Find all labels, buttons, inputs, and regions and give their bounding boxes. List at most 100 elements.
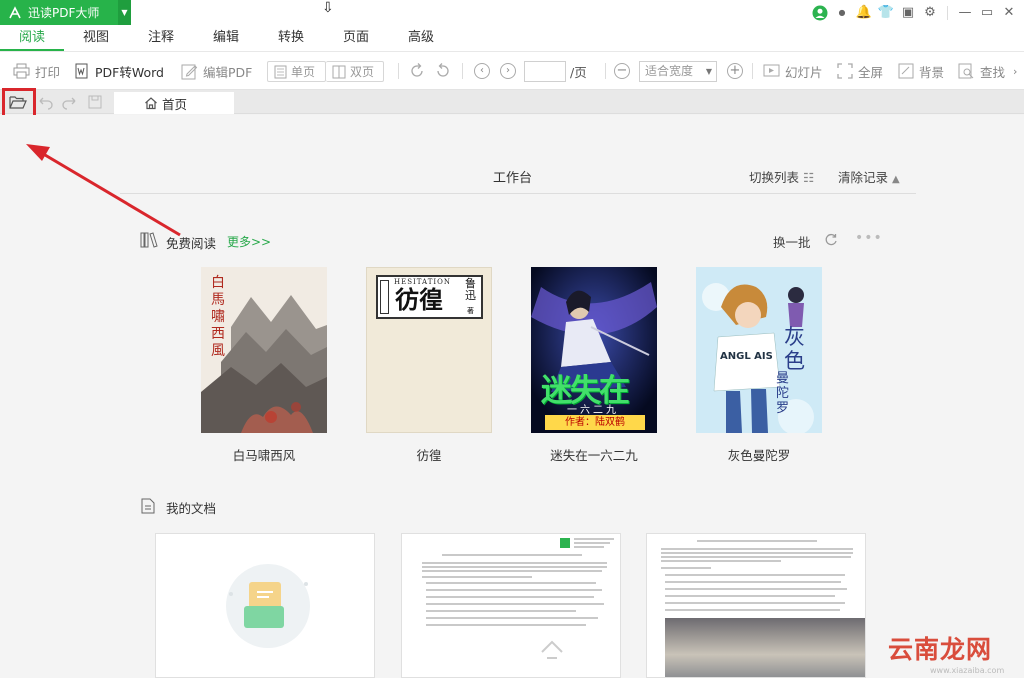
document-icon — [141, 498, 155, 514]
page-suffix-label: /页 — [570, 64, 587, 80]
book-title-3[interactable]: 迷失在一六二九 — [531, 445, 657, 464]
divider — [398, 63, 399, 79]
fullscreen-icon — [837, 63, 853, 79]
find-label: 查找 — [980, 64, 1006, 80]
single-page-icon — [274, 65, 287, 78]
refresh-icon[interactable] — [824, 233, 838, 247]
app-menu-button[interactable]: 迅读PDF大师 ▼ — [0, 0, 131, 25]
rotate-clockwise-button[interactable] — [408, 60, 431, 82]
double-page-label: 双页 — [350, 65, 375, 79]
divider — [752, 63, 753, 79]
book-cover-title-text: 白馬嘯西風 — [211, 275, 225, 359]
slideshow-icon — [763, 64, 780, 77]
clear-records-label: 清除记录 — [838, 170, 889, 185]
fullscreen-label: 全屏 — [858, 64, 884, 80]
slideshow-button[interactable]: 幻灯片 — [763, 60, 823, 82]
toolbar-overflow-chevron-icon[interactable]: › — [1013, 60, 1017, 82]
book-cover-subtitle-text: 曼陀罗 — [776, 371, 790, 416]
tab-convert[interactable]: 转换 — [267, 25, 315, 51]
previous-page-button[interactable]: ‹ — [474, 63, 490, 79]
tab-edit[interactable]: 编辑 — [202, 25, 250, 51]
fullscreen-button[interactable]: 全屏 — [837, 60, 883, 82]
window-controls: ● 🔔 👕 ▣ ⚙ — ▭ ✕ — [809, 0, 1024, 25]
skin-icon[interactable]: 👕 — [875, 0, 897, 25]
workbench-panel: 工作台 切换列表 ☷ 清除记录 ▲ 免费阅读 更多>> 换一批 ••• 白馬嘯西… — [0, 115, 1024, 678]
tab-annotate[interactable]: 注释 — [137, 25, 185, 51]
title-bar: 迅读PDF大师 ▼ ⇩ ● 🔔 👕 ▣ ⚙ — ▭ ✕ — [0, 0, 1024, 25]
zoom-out-button[interactable]: − — [614, 63, 630, 79]
open-file-illustration-icon — [226, 564, 310, 648]
more-books-link[interactable]: 更多>> — [227, 233, 271, 250]
redo-icon[interactable] — [61, 94, 79, 110]
maximize-icon[interactable]: ▭ — [976, 0, 998, 25]
zoom-in-button[interactable]: + — [727, 63, 743, 79]
bell-icon[interactable]: 🔔 — [853, 0, 875, 25]
book-cover-author-text: 鲁迅 — [465, 277, 476, 302]
book-cover-shirt-text: ANGL AIS — [720, 351, 773, 362]
zoom-select[interactable]: 适合宽度 ▼ — [639, 61, 717, 82]
tab-page[interactable]: 页面 — [332, 25, 380, 51]
tab-read[interactable]: 阅读 — [0, 25, 64, 51]
refresh-batch-button[interactable]: 换一批 — [773, 232, 811, 251]
book-cover-title-text: 灰色 — [784, 325, 805, 373]
save-icon[interactable] — [87, 94, 105, 110]
mouse-cursor-icon: ⇩ — [322, 0, 334, 16]
tab-view[interactable]: 视图 — [72, 25, 120, 51]
recent-document-card-2[interactable] — [646, 533, 866, 678]
background-button[interactable]: 背景 — [898, 60, 944, 82]
tab-home-label: 首页 — [162, 96, 188, 112]
settings-gear-icon[interactable]: ⚙ — [919, 0, 941, 25]
book-title-2[interactable]: 彷徨 — [366, 445, 492, 464]
watermark-subtext: www.xiazaiba.com — [930, 666, 1005, 675]
double-page-button[interactable]: 双页 — [326, 61, 384, 82]
double-page-icon — [332, 65, 346, 78]
minimize-icon[interactable]: — — [954, 0, 976, 25]
more-options-icon[interactable]: ••• — [855, 230, 883, 246]
slideshow-label: 幻灯片 — [785, 64, 823, 80]
divider — [462, 63, 463, 79]
chevron-down-icon[interactable]: ▼ — [118, 0, 131, 25]
switch-list-button[interactable]: 切换列表 ☷ — [749, 167, 814, 186]
document-tab-bar: 首页 — [0, 90, 1024, 114]
print-button[interactable]: 打印 — [13, 60, 60, 82]
home-icon — [145, 97, 157, 110]
close-icon[interactable]: ✕ — [998, 0, 1020, 25]
book-cover-title-text: 彷徨 — [395, 285, 443, 314]
book-title-4[interactable]: 灰色曼陀罗 — [696, 445, 822, 464]
recent-document-card-1[interactable] — [401, 533, 621, 678]
workbench-title: 工作台 — [493, 171, 533, 186]
book-cover-author-suffix: 著 — [467, 307, 474, 315]
tab-advanced[interactable]: 高级 — [397, 25, 445, 51]
status-dot-icon: ● — [838, 8, 846, 17]
divider — [947, 5, 948, 20]
document-preview-thumbnail — [647, 534, 865, 677]
book-cover-mi-shi[interactable]: 迷失在 一六二九 作者：陆双鹤 — [531, 267, 657, 433]
book-cover-pang-huang[interactable]: HESITATION 彷徨 鲁迅 著 — [366, 267, 492, 433]
edit-pdf-button[interactable]: 编辑PDF — [181, 60, 252, 82]
toolbar: 打印 PDF转Word 编辑PDF 单页 双页 ‹ › /页 − 适合宽度 ▼ … — [0, 51, 1024, 90]
clear-records-button[interactable]: 清除记录 ▲ — [838, 167, 900, 186]
page-number-input[interactable] — [524, 61, 566, 82]
divider — [605, 63, 606, 79]
find-button[interactable]: 查找 — [958, 60, 1005, 82]
tab-home[interactable]: 首页 — [114, 92, 234, 114]
pdf-to-word-button[interactable]: PDF转Word — [74, 60, 164, 82]
my-documents-title: 我的文档 — [166, 501, 217, 516]
broom-icon: ▲ — [892, 174, 900, 185]
rotate-right-icon — [411, 63, 423, 77]
book-cover-bai-ma[interactable]: 白馬嘯西風 — [201, 267, 327, 433]
open-document-card[interactable] — [155, 533, 375, 678]
user-avatar-icon[interactable] — [809, 0, 831, 25]
app-title: 迅读PDF大师 — [28, 6, 100, 20]
next-page-button[interactable]: › — [500, 63, 516, 79]
undo-icon[interactable] — [36, 94, 54, 110]
printer-icon — [13, 63, 30, 79]
book-cover-subtitle-text: 一六二九 — [567, 405, 619, 416]
book-title-1[interactable]: 白马啸西风 — [201, 445, 327, 464]
message-icon[interactable]: ▣ — [897, 0, 919, 25]
rotate-counterclockwise-button[interactable] — [434, 60, 457, 82]
books-icon — [140, 232, 158, 248]
book-cover-hui-se[interactable]: ANGL AIS 灰色 曼陀罗 — [696, 267, 822, 433]
app-logo-icon — [9, 5, 21, 18]
single-page-button[interactable]: 单页 — [267, 61, 326, 82]
